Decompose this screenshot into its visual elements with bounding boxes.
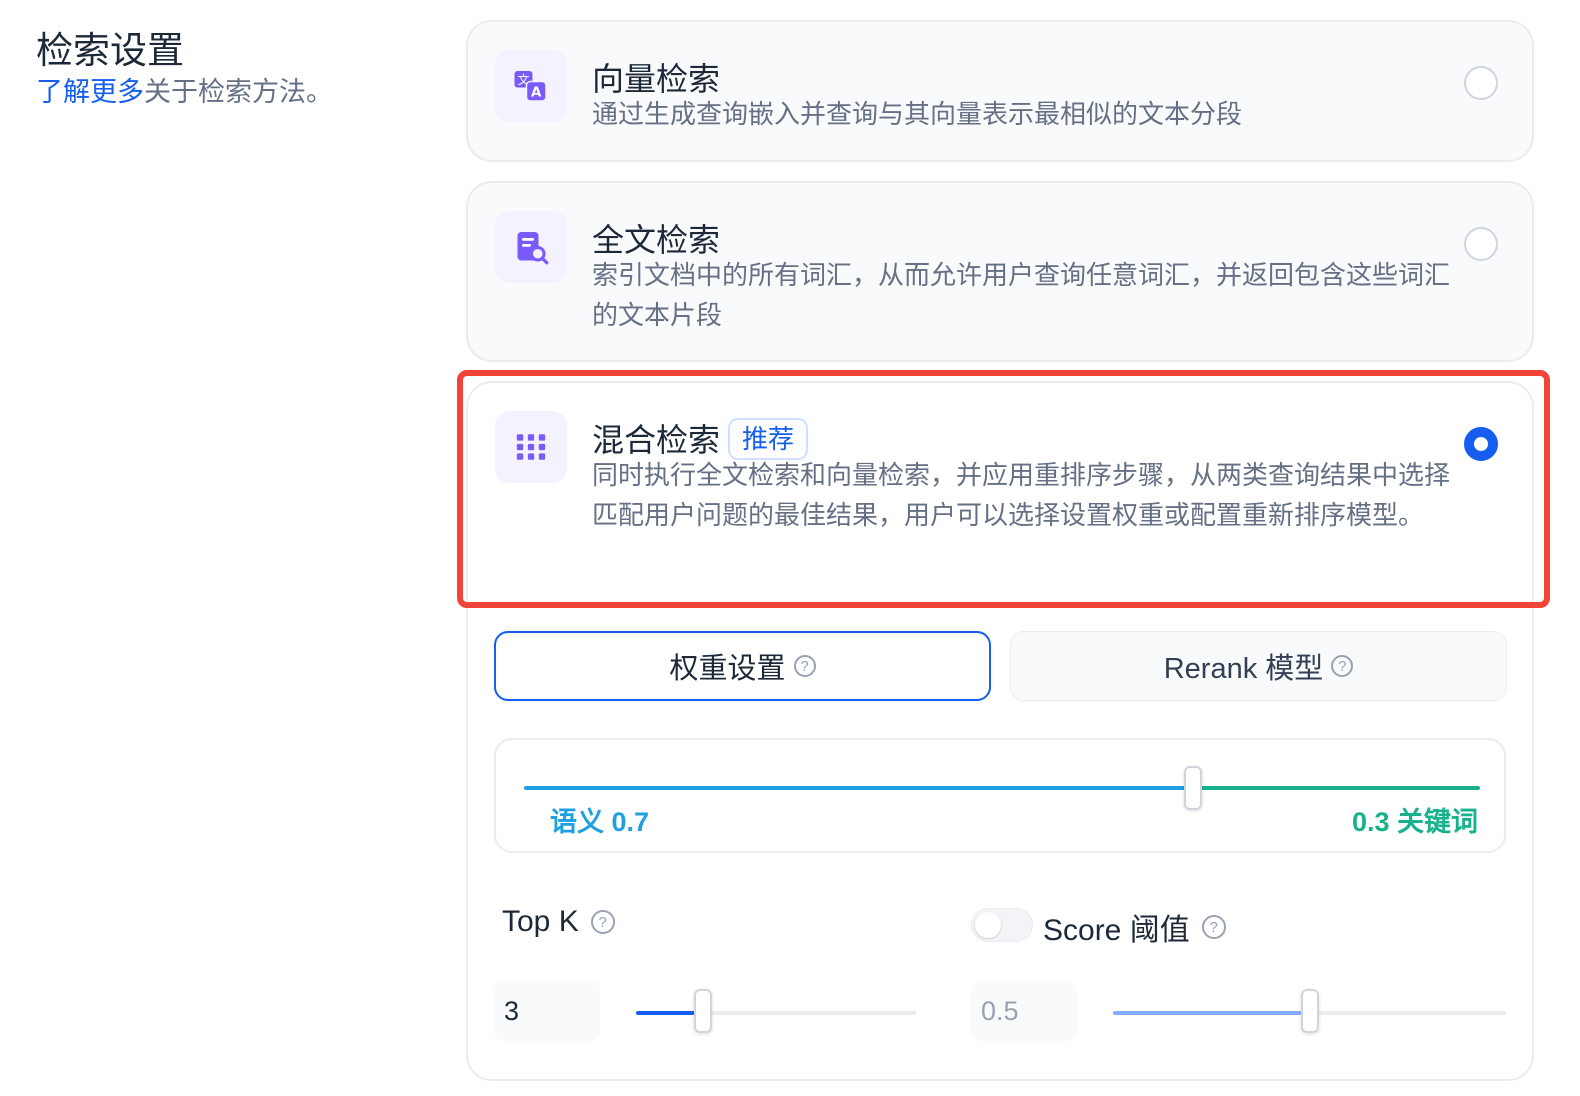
top-k-slider-handle[interactable] (694, 989, 713, 1033)
hybrid-search-card[interactable]: 混合检索 推荐 同时执行全文检索和向量检索，并应用重排序步骤，从两类查询结果中选择… (466, 381, 1534, 1081)
weight-slider-panel: 语义 0.7 0.3 关键词 (494, 738, 1506, 853)
vector-search-radio[interactable] (1464, 66, 1498, 100)
tab-weight-settings[interactable]: 权重设置? (494, 631, 991, 701)
help-icon[interactable]: ? (793, 655, 816, 677)
card-description: 索引文档中的所有词汇，从而允许用户查询任意词汇，并返回包含这些词汇的文本片段 (592, 260, 1451, 330)
score-threshold-label-text: Score 阈值 (1043, 914, 1190, 947)
semantic-weight-label: 语义 0.7 (550, 807, 650, 837)
tab-label: Rerank 模型 (1163, 653, 1324, 685)
svg-text:A: A (531, 85, 542, 101)
score-slider-fill (1113, 1011, 1310, 1015)
top-k-label-text: Top K (502, 905, 579, 938)
subtitle-text: 关于检索方法。 (144, 77, 333, 107)
score-threshold-label: Score 阈值? (1043, 905, 1226, 949)
tab-rerank-model[interactable]: Rerank 模型? (1010, 631, 1507, 701)
card-title-text: 混合检索 (592, 422, 721, 458)
recommended-badge: 推荐 (728, 418, 809, 460)
translate-icon: 文 A (495, 50, 567, 122)
learn-more-link[interactable]: 了解更多 (36, 77, 144, 107)
top-k-label: Top K? (502, 905, 615, 939)
score-threshold-slider[interactable] (1113, 989, 1506, 1033)
full-text-search-radio[interactable] (1464, 227, 1498, 261)
card-description: 通过生成查询嵌入并查询与其向量表示最相似的文本分段 (592, 99, 1243, 129)
score-threshold-toggle[interactable] (971, 908, 1033, 942)
full-text-search-card[interactable]: 全文检索 索引文档中的所有词汇，从而允许用户查询任意词汇，并返回包含这些词汇的文… (466, 181, 1534, 362)
help-icon[interactable]: ? (1331, 655, 1354, 677)
section-title: 检索设置 (36, 30, 184, 71)
grid-dots-icon (495, 411, 567, 483)
top-k-slider[interactable] (636, 989, 916, 1033)
help-icon[interactable]: ? (590, 910, 615, 934)
semantic-weight-track[interactable] (524, 786, 1188, 790)
keyword-weight-label: 0.3 关键词 (1351, 807, 1478, 837)
document-search-icon (495, 211, 567, 283)
keyword-weight-track[interactable] (1199, 786, 1480, 790)
score-threshold-input[interactable]: 0.5 (971, 981, 1077, 1041)
hybrid-search-radio[interactable] (1464, 427, 1498, 461)
score-slider-handle[interactable] (1300, 989, 1319, 1033)
vector-search-card[interactable]: 文 A 向量检索 通过生成查询嵌入并查询与其向量表示最相似的文本分段 (466, 20, 1534, 162)
top-k-input[interactable]: 3 (494, 981, 600, 1041)
weight-slider-handle[interactable] (1184, 766, 1203, 810)
toggle-knob (975, 912, 1001, 938)
tab-label: 权重设置 (669, 653, 786, 685)
card-description: 同时执行全文检索和向量检索，并应用重排序步骤，从两类查询结果中选择匹配用户问题的… (592, 460, 1451, 530)
section-subtitle: 了解更多关于检索方法。 (36, 70, 333, 109)
top-k-slider-fill (636, 1011, 704, 1015)
help-icon[interactable]: ? (1201, 915, 1226, 939)
